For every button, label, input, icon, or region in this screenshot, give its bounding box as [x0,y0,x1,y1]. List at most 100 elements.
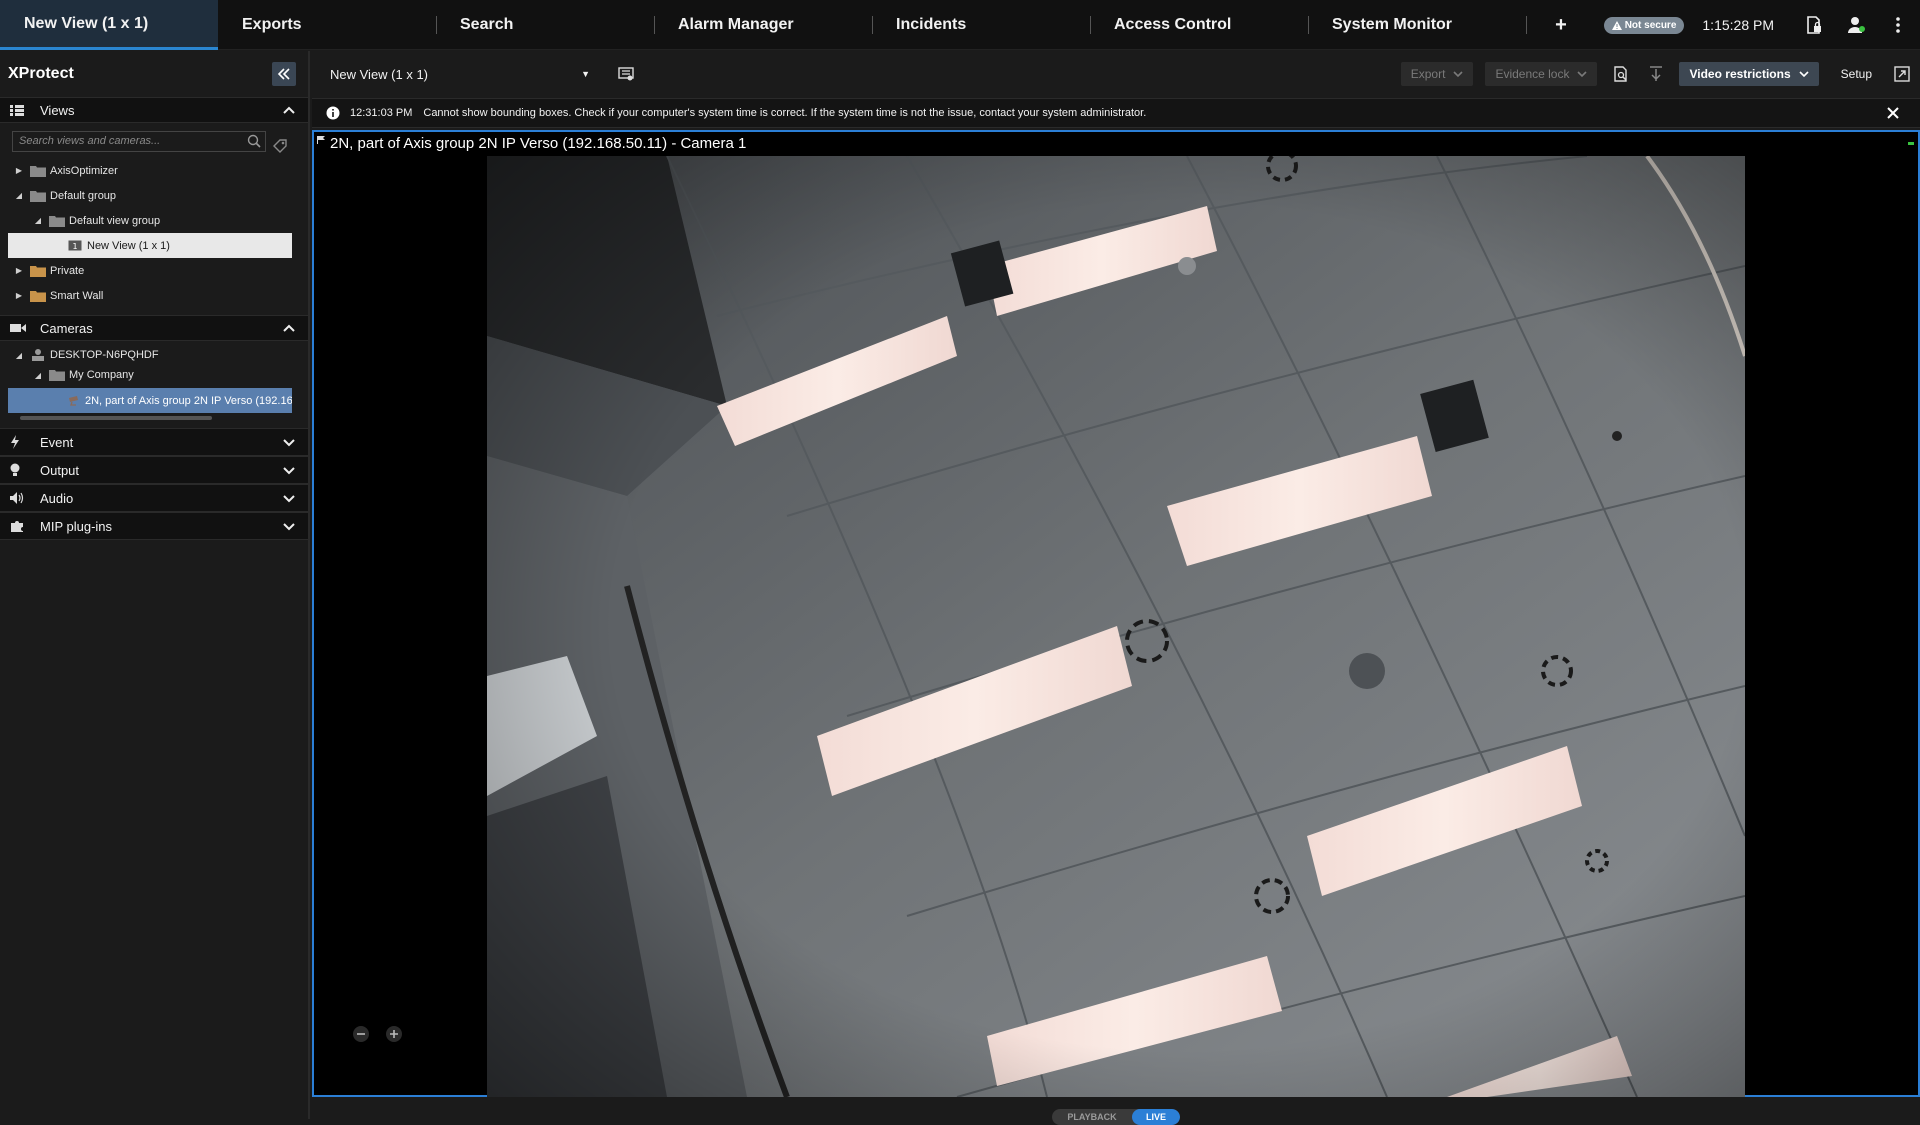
view-select-dropdown[interactable]: New View (1 x 1) ▼ [330,67,590,82]
top-tab-bar: New View (1 x 1) Exports Search Alarm Ma… [0,0,1920,50]
chevron-down-icon [1799,71,1809,78]
fullscreen-icon[interactable] [1894,66,1910,82]
zoom-out-button[interactable] [352,1025,370,1043]
server-icon [32,349,44,361]
not-secure-label: Not secure [1624,19,1677,31]
tree-item-new-view[interactable]: 1 New View (1 x 1) [8,233,292,258]
video-frame-image [487,156,1745,1097]
audio-section-header[interactable]: Audio [0,484,308,512]
not-secure-badge[interactable]: Not secure [1603,16,1685,34]
zoom-in-button[interactable] [385,1025,403,1043]
playback-mode-button[interactable]: PLAYBACK [1052,1109,1132,1125]
search-icon[interactable] [247,134,261,148]
notification-message: Cannot show bounding boxes. Check if you… [423,107,1147,119]
expand-triangle-icon[interactable]: ▶ [14,266,24,275]
camera-flag-icon [317,136,325,144]
camera-title: 2N, part of Axis group 2N IP Verso (192.… [330,135,747,152]
playback-live-switch[interactable]: PLAYBACK LIVE [1052,1109,1180,1125]
bottom-bar: PLAYBACK LIVE [312,1097,1920,1125]
evidence-lock-button[interactable]: Evidence lock [1485,62,1598,86]
chevron-up-icon [283,324,295,332]
mip-plugins-section-header[interactable]: MIP plug-ins [0,512,308,540]
setup-button[interactable]: Setup [1841,67,1872,81]
views-header-label: Views [40,102,75,118]
view-settings-icon[interactable] [618,67,634,81]
tree-item-axisoptimizer[interactable]: ▶ AxisOptimizer [8,158,292,183]
views-section-header[interactable]: Views [0,97,308,123]
tab-new-view[interactable]: New View (1 x 1) [0,0,218,50]
camera-view-tile[interactable]: 2N, part of Axis group 2N IP Verso (192.… [312,130,1920,1097]
collapse-panel-button[interactable] [272,62,296,86]
live-mode-button[interactable]: LIVE [1132,1109,1180,1125]
tree-item-smart-wall[interactable]: ▶ Smart Wall [8,283,292,308]
collapse-triangle-icon[interactable]: ◢ [33,216,43,225]
tree-item-my-company[interactable]: ◢ My Company [8,365,292,385]
puzzle-icon [10,519,26,533]
tree-item-camera-1[interactable]: 2N, part of Axis group 2N IP Verso (192.… [8,388,292,413]
tab-label: Incidents [896,16,967,33]
chevron-down-icon [283,467,295,475]
video-restrictions-button[interactable]: Video restrictions [1679,62,1819,86]
tree-item-server[interactable]: ◢ DESKTOP-N6PQHDF [8,345,292,365]
output-section-header[interactable]: Output [0,456,308,484]
filter-icon[interactable] [1649,66,1663,82]
folder-icon [49,215,65,227]
folder-icon [30,265,46,277]
view-select-value: New View (1 x 1) [330,66,429,82]
tab-search[interactable]: Search [436,0,654,50]
tree-item-label: AxisOptimizer [50,164,118,177]
horizontal-scrollbar[interactable] [20,416,212,420]
evidence-lock-label: Evidence lock [1495,67,1570,81]
chevron-down-icon [283,495,295,503]
expand-triangle-icon[interactable]: ▶ [14,291,24,300]
tag-icon[interactable] [272,138,288,154]
tab-access-control[interactable]: Access Control [1090,0,1308,50]
tree-item-label: New View (1 x 1) [87,239,170,252]
tab-alarm-manager[interactable]: Alarm Manager [654,0,872,50]
collapse-triangle-icon[interactable]: ◢ [14,351,24,360]
video-camera-icon [10,323,26,333]
tree-item-label: My Company [69,369,134,381]
cameras-section-header[interactable]: Cameras [0,315,308,341]
chevron-down-icon [283,439,295,447]
camera-video-feed[interactable] [487,156,1745,1097]
tab-label: System Monitor [1332,16,1453,33]
grid-icon [10,104,26,116]
views-search-input[interactable]: Search views and cameras... [12,131,266,152]
tree-item-default-view-group[interactable]: ◢ Default view group [8,208,292,233]
user-icon[interactable] [1844,13,1868,37]
search-placeholder: Search views and cameras... [19,135,161,147]
tree-item-label: Private [50,264,85,277]
tab-label: New View (1 x 1) [24,14,149,32]
export-button[interactable]: Export [1400,62,1474,86]
chevron-down-icon [1453,71,1464,78]
minus-icon [353,1026,369,1042]
collapse-triangle-icon[interactable]: ◢ [33,371,43,380]
expand-triangle-icon[interactable]: ▶ [14,166,24,175]
bulb-icon [10,463,26,477]
section-label: Output [40,462,80,478]
folder-icon [30,165,46,177]
document-lock-icon[interactable] [1802,13,1826,37]
tree-item-label: Smart Wall [50,289,104,302]
tab-label: Search [460,16,514,33]
section-label: MIP plug-ins [40,518,113,534]
add-tab-button[interactable]: + [1526,0,1596,50]
search-document-icon[interactable] [1613,66,1629,82]
close-icon[interactable] [1886,106,1900,120]
tab-incidents[interactable]: Incidents [872,0,1090,50]
collapse-triangle-icon[interactable]: ◢ [14,191,24,200]
views-tree: ▶ AxisOptimizer ◢ Default group ◢ Defaul… [8,158,292,308]
tree-item-default-group[interactable]: ◢ Default group [8,183,292,208]
section-label: Event [40,434,74,450]
chevron-up-icon [283,106,295,114]
tab-exports[interactable]: Exports [218,0,436,50]
event-section-header[interactable]: Event [0,428,308,456]
double-chevron-left-icon [277,68,290,80]
chevron-down-icon: ▼ [581,68,590,79]
more-vertical-icon[interactable] [1886,13,1910,37]
info-icon [326,106,340,120]
tree-item-private[interactable]: ▶ Private [8,258,292,283]
folder-icon [30,190,46,202]
tab-system-monitor[interactable]: System Monitor [1308,0,1526,50]
